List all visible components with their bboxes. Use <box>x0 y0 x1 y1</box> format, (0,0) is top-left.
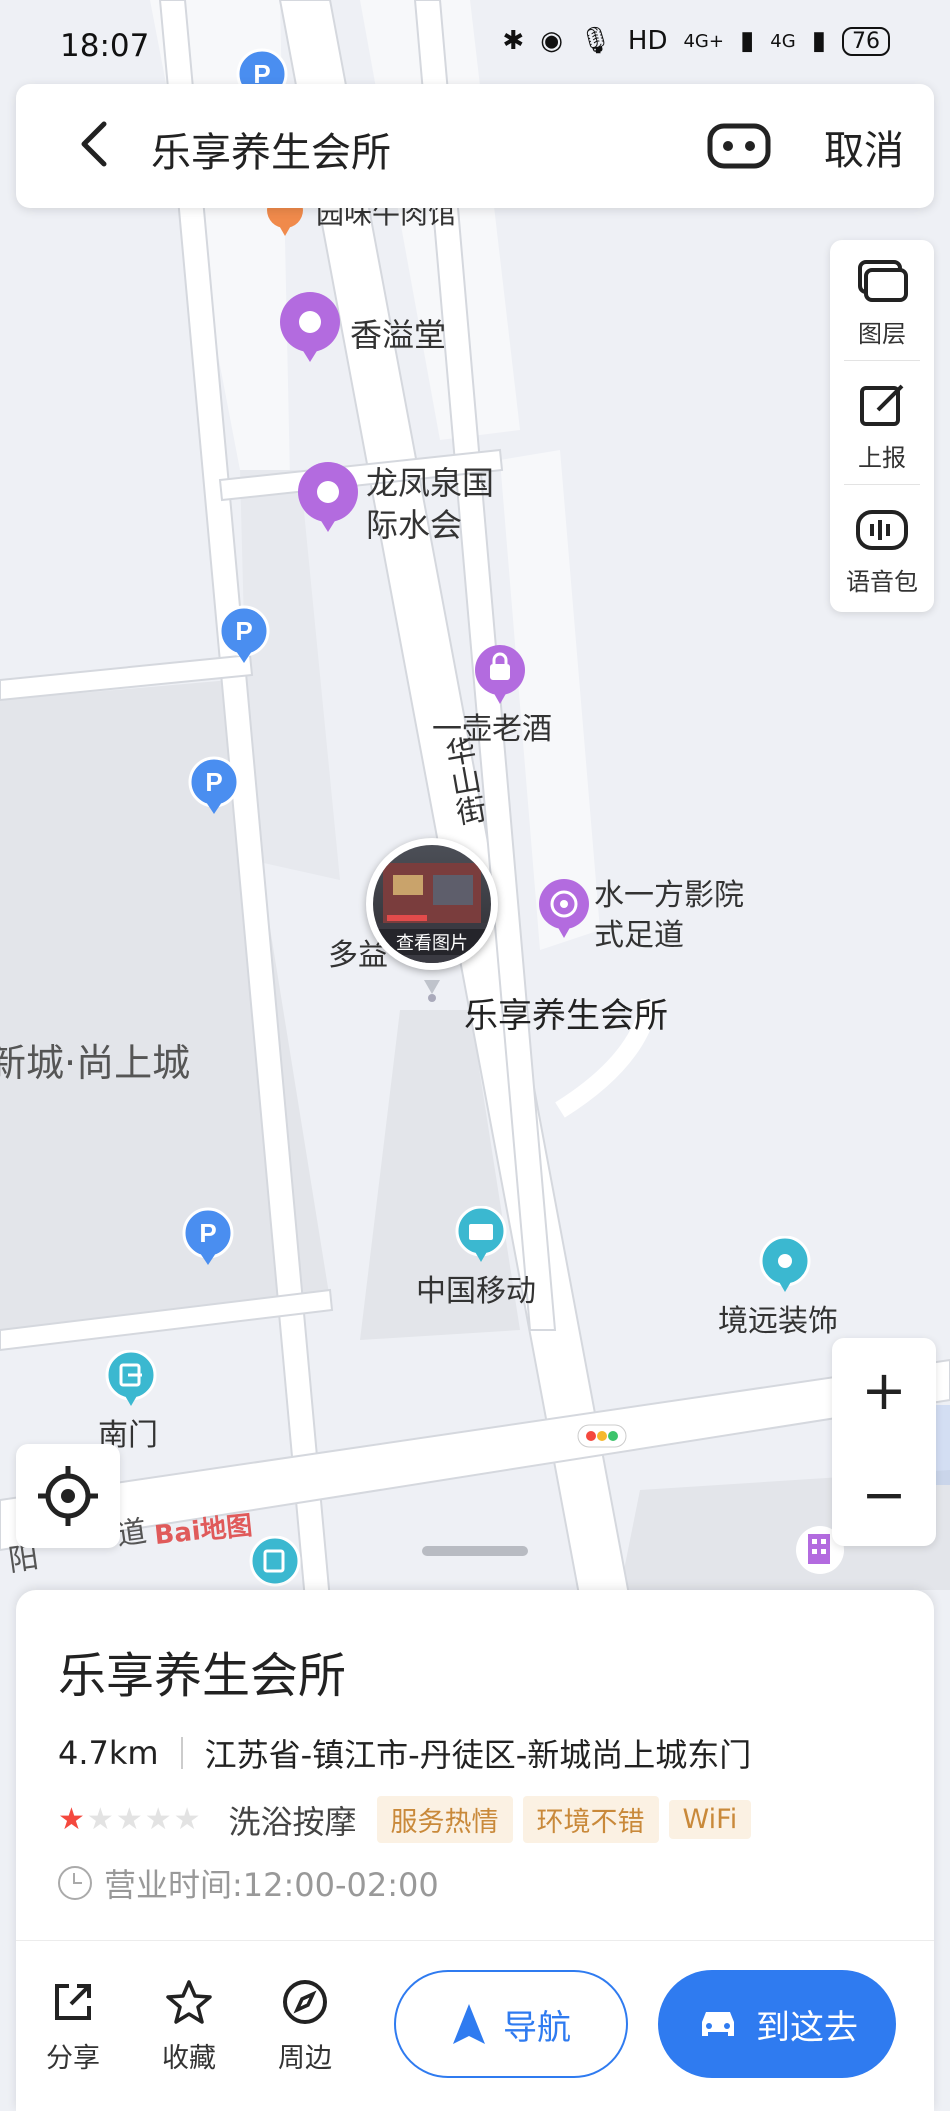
ar-view-icon[interactable] <box>706 120 772 172</box>
telecom-pin-icon[interactable] <box>454 1206 508 1266</box>
shopping-pin-icon[interactable] <box>472 644 528 708</box>
crosshair-icon <box>38 1466 98 1526</box>
parking-pin-icon[interactable]: P <box>218 605 270 665</box>
poi-tag: 环境不错 <box>522 1796 659 1843</box>
zoom-controls: + − <box>832 1338 936 1546</box>
map-label-yidong[interactable]: 中国移动 <box>416 1266 536 1310</box>
voice-pack-icon <box>856 510 908 550</box>
signal-2-label: 4G <box>770 30 796 52</box>
svg-text:P: P <box>205 767 222 797</box>
poi-category: 洗浴按摩 <box>228 1802 357 1841</box>
network-label: HD <box>627 26 668 56</box>
action-label: 收藏 <box>162 2043 216 2074</box>
compass-icon <box>283 1980 327 2024</box>
gate-pin-icon[interactable] <box>248 1536 302 1590</box>
edit-report-icon <box>860 384 904 426</box>
map-label-longfeng-1[interactable]: 龙凤泉国 <box>366 458 494 504</box>
location-icon: ◉ <box>540 26 563 56</box>
battery-icon: 76 <box>842 26 890 56</box>
poi-rating-row: ★★★★★ 洗浴按摩 服务热情 环境不错 WiFi <box>58 1796 761 1843</box>
star-filled-icon: ★ <box>58 1802 87 1837</box>
divider <box>16 1940 934 1941</box>
tool-label: 语音包 <box>846 568 918 596</box>
spa-pin-icon[interactable] <box>296 462 360 538</box>
decoration-pin-icon[interactable] <box>758 1236 812 1296</box>
divider <box>844 360 920 361</box>
microphone-icon: 🎙 <box>578 26 612 56</box>
layers-icon <box>858 260 908 302</box>
drag-handle[interactable] <box>422 1546 528 1556</box>
view-photos-label: 查看图片 <box>373 929 491 955</box>
zoom-out-button[interactable]: − <box>832 1442 936 1546</box>
car-icon <box>702 2012 734 2036</box>
map-label-xincheng[interactable]: 新城·尚上城 <box>0 1032 190 1087</box>
selected-poi-photo-pin[interactable]: 查看图片 <box>366 838 498 970</box>
zoom-in-button[interactable]: + <box>832 1338 936 1442</box>
status-time: 18:07 <box>60 28 150 64</box>
report-button[interactable]: 上报 <box>830 364 934 482</box>
spa-pin-icon[interactable] <box>278 292 342 368</box>
poi-address: 江苏省-镇江市-丹徒区-新城尚上城东门 <box>204 1736 752 1774</box>
star-icon <box>166 1980 212 2024</box>
status-bar: 18:07 ✱ ◉ 🎙 HD 4G+ ▮ 4G ▮ 76 <box>0 0 950 90</box>
star-empty-icon: ★ <box>173 1802 203 1837</box>
star-empty-icon: ★ <box>86 1802 116 1837</box>
signal-1-label: 4G+ <box>683 30 724 52</box>
storefront-photo: 查看图片 <box>373 845 491 963</box>
entertainment-pin-icon[interactable] <box>536 878 592 942</box>
selected-poi-pointer-icon <box>424 980 440 1002</box>
map-label-jingyuan[interactable]: 境远装饰 <box>718 1296 838 1340</box>
voice-pack-button[interactable]: 语音包 <box>830 488 934 606</box>
status-icons: ✱ ◉ 🎙 HD 4G+ ▮ 4G ▮ 76 <box>502 26 890 56</box>
search-query-text[interactable]: 乐享养生会所 <box>151 120 391 178</box>
navigate-button[interactable]: 导航 <box>394 1970 628 2078</box>
action-label: 周边 <box>278 2043 332 2074</box>
share-button[interactable]: 分享 <box>28 1978 118 2075</box>
map-tools-panel: 图层 上报 语音包 <box>830 240 934 612</box>
layers-button[interactable]: 图层 <box>830 240 934 358</box>
search-bar: 乐享养生会所 取消 <box>16 84 934 208</box>
poi-distance: 4.7km <box>58 1734 159 1772</box>
bluetooth-icon: ✱ <box>502 26 525 56</box>
parking-pin-icon[interactable]: P <box>188 756 240 816</box>
action-label: 分享 <box>46 2043 100 2074</box>
map-label-shuiyifang-1[interactable]: 水一方影院 <box>594 870 744 914</box>
poi-detail-card: 乐享养生会所 4.7km 江苏省-镇江市-丹徒区-新城尚上城东门 ★★★★★ 洗… <box>16 1590 934 2111</box>
poi-tag: WiFi <box>668 1800 752 1839</box>
locate-me-button[interactable] <box>16 1444 120 1548</box>
navigate-label: 导航 <box>503 2007 571 2048</box>
svg-text:P: P <box>199 1218 216 1248</box>
back-arrow-icon[interactable] <box>66 114 126 174</box>
parking-pin-icon[interactable]: P <box>182 1207 234 1267</box>
go-here-button[interactable]: 到这去 <box>658 1970 896 2078</box>
go-here-label: 到这去 <box>756 2007 858 2048</box>
poi-tag: 服务热情 <box>376 1796 513 1843</box>
cancel-button[interactable]: 取消 <box>824 118 904 176</box>
divider <box>180 1737 183 1769</box>
star-empty-icon: ★ <box>144 1802 174 1837</box>
nearby-button[interactable]: 周边 <box>260 1978 350 2075</box>
navigation-arrow-icon <box>453 2004 485 2044</box>
poi-hours-row: 营业时间:12:00-02:00 <box>58 1860 439 1906</box>
tool-label: 图层 <box>858 320 906 348</box>
signal-icon: ▮ <box>811 26 826 56</box>
divider <box>844 484 920 485</box>
gate-pin-icon[interactable] <box>104 1350 158 1410</box>
signal-icon: ▮ <box>739 26 755 56</box>
map-label-shuiyifang-2[interactable]: 式足道 <box>594 910 684 954</box>
map-label-xiangyitang[interactable]: 香溢堂 <box>350 310 446 356</box>
favorite-button[interactable]: 收藏 <box>144 1978 234 2075</box>
star-empty-icon: ★ <box>115 1802 145 1837</box>
rating-stars: ★★★★★ <box>58 1802 203 1837</box>
poi-hours: 营业时间:12:00-02:00 <box>104 1866 439 1904</box>
map-label-selected[interactable]: 乐享养生会所 <box>464 988 668 1037</box>
share-icon <box>55 1984 91 2020</box>
clock-icon <box>58 1866 92 1900</box>
map-label-longfeng-2[interactable]: 际水会 <box>366 500 462 546</box>
svg-text:P: P <box>235 616 252 646</box>
poi-info-row: 4.7km 江苏省-镇江市-丹徒区-新城尚上城东门 <box>58 1730 751 1776</box>
tool-label: 上报 <box>858 444 906 472</box>
poi-title: 乐享养生会所 <box>58 1648 347 1704</box>
